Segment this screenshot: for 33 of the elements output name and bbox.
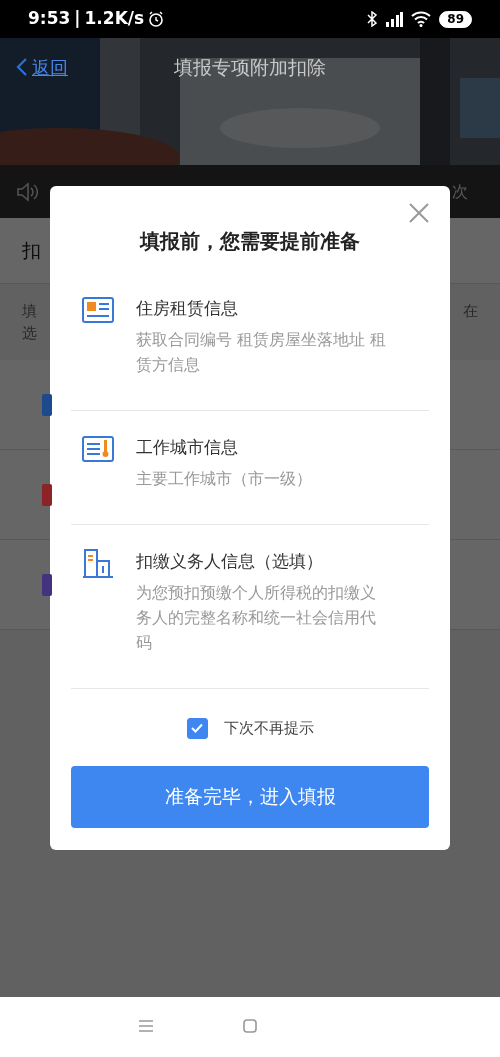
checkbox-label: 下次不再提示 [223,718,314,739]
building-icon [82,547,114,579]
item-description: 获取合同编号 租赁房屋坐落地址 租赁方信息 [136,330,387,376]
document-icon [82,433,114,465]
item-title: 住房租赁信息 [136,297,239,320]
item-description: 主要工作城市（市一级） [136,469,313,490]
intro-text: 在 [463,301,478,322]
notice-text: 次 [452,180,468,203]
clock-time: 9:53 [28,7,71,31]
confirm-button[interactable]: 准备完毕，进入填报 [71,765,429,828]
battery-indicator: 89 [439,10,472,28]
page-title: 填报专项附加扣除 [174,54,326,80]
checkbox[interactable] [186,717,208,739]
back-icon [16,57,28,77]
network-speed: 1.2K/s [84,7,145,31]
check-icon [191,723,203,734]
item-title: 扣缴义务人信息（选填） [136,550,324,573]
back-link[interactable]: 返回 [16,53,68,81]
signal-icon [385,11,404,27]
document-icon [82,294,114,326]
speaker-icon [16,181,38,202]
wifi-icon [411,11,432,27]
home-icon[interactable] [243,1019,257,1033]
bluetooth-icon [367,11,378,27]
separator: | [74,7,81,31]
alarm-icon [148,11,165,27]
close-button[interactable] [408,200,430,222]
item-description: 为您预扣预缴个人所得税的扣缴义务人的完整名称和统一社会信用代码 [136,583,377,654]
dialog-title: 填报前，您需要提前准备 [138,228,361,255]
item-title: 工作城市信息 [136,436,239,459]
menu-icon[interactable] [139,1020,153,1032]
intro-text: 选 [22,323,37,344]
section-title: 扣 [22,238,41,264]
